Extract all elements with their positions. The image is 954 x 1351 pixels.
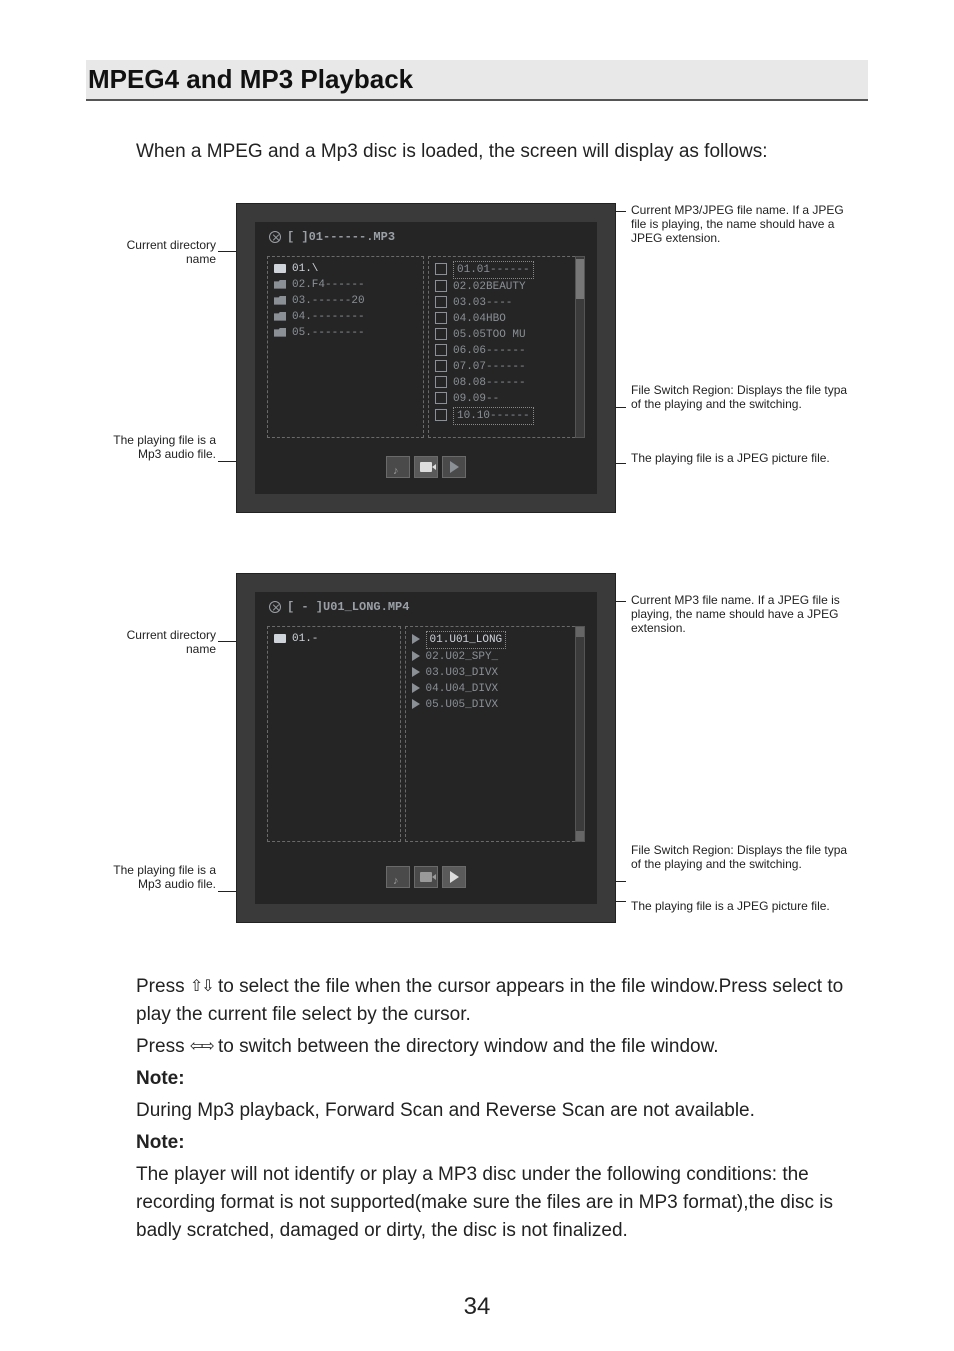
- file-row: 04.04HBO: [435, 311, 578, 327]
- header-text: [ ]01------.MP3: [287, 230, 395, 244]
- file-row: 09.09--: [435, 391, 578, 407]
- switch-video-button: [442, 866, 466, 888]
- file-pane: 01.01------02.02BEAUTY03.03----04.04HBO0…: [428, 256, 585, 438]
- switch-video-button: [442, 456, 466, 478]
- label-jpeg-file: The playing file is a JPEG picture file.: [631, 451, 856, 465]
- label-directory: Current directory name: [106, 238, 216, 266]
- directory-row: 05.--------: [274, 325, 417, 341]
- label-switch-region: File Switch Region: Displays the file ty…: [631, 383, 856, 411]
- page-number: 34: [0, 1293, 954, 1321]
- screen-mp4: [ - ]U01_LONG.MP4 01.- 01.U01_LONG02.U02…: [236, 573, 616, 923]
- file-row: 06.06------: [435, 343, 578, 359]
- file-row: 02.02BEAUTY: [435, 279, 578, 295]
- directory-pane: 01.-: [267, 626, 401, 842]
- directory-row: 01.\: [274, 261, 417, 277]
- panes-row: 01.\02.F4------03.------2004.--------05.…: [267, 256, 585, 438]
- label-playing-left: The playing file is a Mp3 audio file.: [106, 863, 216, 891]
- body-text: Press to select the file when the cursor…: [136, 973, 868, 1245]
- scrollbar-thumb: [576, 259, 584, 299]
- file-row: 07.07------: [435, 359, 578, 375]
- label-playing-left: The playing file is a Mp3 audio file.: [106, 433, 216, 461]
- figure-2: Current directory name The playing file …: [86, 573, 868, 943]
- header-text: [ - ]U01_LONG.MP4: [287, 600, 409, 614]
- selected-file-box: 01.01------: [453, 261, 534, 279]
- screen-inner: [ - ]U01_LONG.MP4 01.- 01.U01_LONG02.U02…: [255, 592, 597, 904]
- file-row: 01.U01_LONG: [412, 631, 578, 649]
- play-triangle-icon: [450, 461, 459, 473]
- camera-icon: [420, 872, 432, 882]
- intro-paragraph: When a MPEG and a Mp3 disc is loaded, th…: [136, 141, 868, 163]
- note-body: The player will not identify or play a M…: [136, 1161, 868, 1245]
- stop-icon: [269, 601, 281, 613]
- directory-row: 02.F4------: [274, 277, 417, 293]
- file-switch-region: [386, 866, 466, 888]
- music-note-icon: [393, 461, 403, 473]
- directory-row: 04.--------: [274, 309, 417, 325]
- stop-icon: [269, 231, 281, 243]
- screen-mp3: [ ]01------.MP3 01.\02.F4------03.------…: [236, 203, 616, 513]
- screen-inner: [ ]01------.MP3 01.\02.F4------03.------…: [255, 222, 597, 494]
- text: Press: [136, 1036, 190, 1057]
- instruction-navigate: Press to select the file when the cursor…: [136, 973, 868, 1029]
- label-current-file: Current MP3 file name. If a JPEG file is…: [631, 593, 856, 635]
- note-heading: Note:: [136, 1129, 868, 1157]
- file-switch-region: [386, 456, 466, 478]
- switch-picture-button: [414, 866, 438, 888]
- file-row: 05.U05_DIVX: [412, 697, 578, 713]
- selected-file-box: 10.10------: [453, 407, 534, 425]
- file-row: 08.08------: [435, 375, 578, 391]
- label-jpeg-file: The playing file is a JPEG picture file.: [631, 899, 856, 913]
- left-right-arrows-icon: [190, 1039, 213, 1055]
- screen-header: [ - ]U01_LONG.MP4: [269, 600, 409, 614]
- instruction-switch: Press to switch between the directory wi…: [136, 1033, 868, 1061]
- directory-pane: 01.\02.F4------03.------2004.--------05.…: [267, 256, 424, 438]
- scroll-down-arrow: [576, 831, 584, 841]
- camera-icon: [420, 462, 432, 472]
- scroll-up-arrow: [576, 627, 584, 637]
- section-title: MPEG4 and MP3 Playback: [88, 64, 858, 95]
- text: to switch between the directory window a…: [213, 1036, 719, 1057]
- file-row: 10.10------: [435, 407, 578, 425]
- label-directory: Current directory name: [106, 628, 216, 656]
- note-body: During Mp3 playback, Forward Scan and Re…: [136, 1097, 868, 1125]
- switch-audio-button: [386, 456, 410, 478]
- up-down-arrows-icon: [190, 979, 213, 995]
- section-title-bar: MPEG4 and MP3 Playback: [86, 60, 868, 101]
- file-row: 01.01------: [435, 261, 578, 279]
- file-row: 03.U03_DIVX: [412, 665, 578, 681]
- play-triangle-icon: [450, 871, 459, 883]
- file-row: 02.U02_SPY_: [412, 649, 578, 665]
- label-switch-region: File Switch Region: Displays the file ty…: [631, 843, 856, 871]
- figure-1: Current directory name The playing file …: [86, 203, 868, 543]
- file-row: 03.03----: [435, 295, 578, 311]
- text: Press: [136, 976, 190, 997]
- note-heading: Note:: [136, 1065, 868, 1093]
- music-note-icon: [393, 871, 403, 883]
- file-row: 04.U04_DIVX: [412, 681, 578, 697]
- switch-audio-button: [386, 866, 410, 888]
- scrollbar-vertical: [575, 256, 585, 438]
- label-current-file: Current MP3/JPEG file name. If a JPEG fi…: [631, 203, 856, 245]
- scrollbar-vertical: [575, 626, 585, 842]
- text: to select the file when the cursor appea…: [136, 976, 843, 1025]
- selected-file-box: 01.U01_LONG: [426, 631, 507, 649]
- panes-row: 01.- 01.U01_LONG02.U02_SPY_03.U03_DIVX04…: [267, 626, 585, 842]
- file-pane: 01.U01_LONG02.U02_SPY_03.U03_DIVX04.U04_…: [405, 626, 585, 842]
- file-row: 05.05TOO MU: [435, 327, 578, 343]
- directory-row: 03.------20: [274, 293, 417, 309]
- screen-header: [ ]01------.MP3: [269, 230, 395, 244]
- directory-row: 01.-: [274, 631, 394, 647]
- switch-picture-button: [414, 456, 438, 478]
